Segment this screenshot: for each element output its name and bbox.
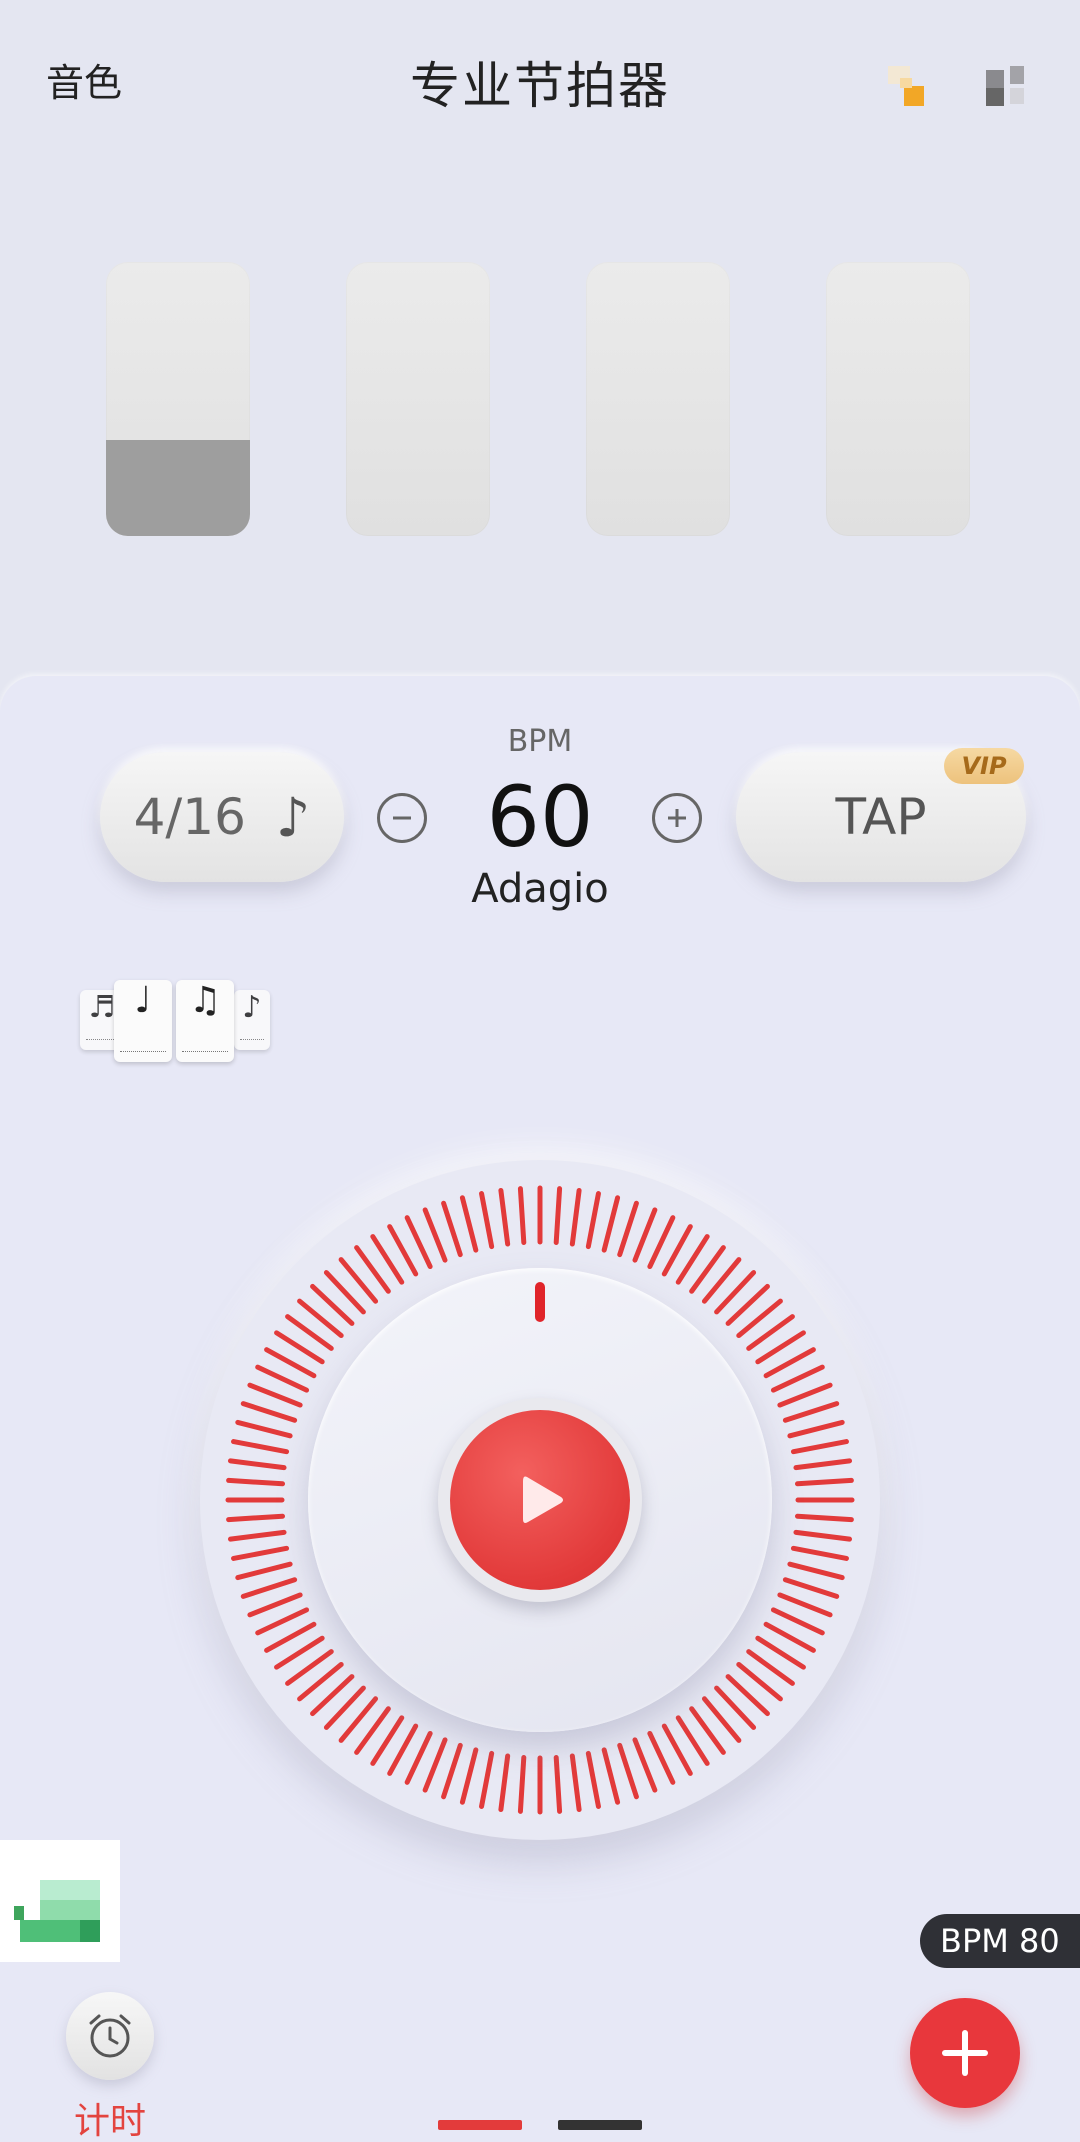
dial-tick: [231, 1439, 290, 1455]
dial-tick: [553, 1754, 563, 1814]
dial-tick: [235, 1561, 293, 1581]
dial-tick: [517, 1754, 527, 1814]
dial-tick: [459, 1195, 479, 1253]
dial-tick: [777, 1382, 833, 1408]
rhythm-dots: [120, 1046, 166, 1052]
bpm-label: BPM: [507, 724, 573, 759]
beat-bar-4[interactable]: [826, 262, 970, 536]
dial-tick: [226, 1477, 286, 1487]
rhythm-card-4[interactable]: ♪: [234, 990, 270, 1050]
dial-tick: [235, 1419, 293, 1439]
dial-tick: [247, 1592, 303, 1618]
dial-tick: [479, 1750, 495, 1809]
dial-tick: [240, 1577, 298, 1599]
timer-button[interactable]: [66, 1992, 154, 2080]
dial-tick: [240, 1401, 298, 1423]
dial-tick: [585, 1750, 601, 1809]
dial-tick: [617, 1200, 639, 1258]
dial-tick: [479, 1191, 495, 1250]
plus-icon: [942, 2030, 988, 2076]
dial-tick: [770, 1607, 825, 1636]
dial-tick: [441, 1200, 463, 1258]
dial-tick: [647, 1215, 676, 1270]
tempo-name: Adagio: [471, 866, 609, 912]
dial-tick: [569, 1187, 582, 1247]
increase-bpm-button[interactable]: [652, 793, 702, 843]
beat-bar-1[interactable]: [106, 262, 250, 536]
time-signature-button[interactable]: 4/16 ♪: [100, 752, 344, 882]
time-signature-value: 4/16: [133, 788, 246, 846]
dial-tick: [517, 1186, 527, 1246]
dial-tick: [601, 1195, 621, 1253]
dial-tick: [247, 1382, 303, 1408]
dial-tick: [617, 1742, 639, 1800]
bpm-value[interactable]: 60: [440, 768, 640, 866]
beat-bar-2[interactable]: [346, 262, 490, 536]
dial-tick: [632, 1737, 658, 1793]
dial-tick: [632, 1207, 658, 1263]
play-icon: [523, 1476, 563, 1523]
rhythm-dots: [182, 1046, 228, 1052]
note-icon: ♪: [275, 785, 311, 849]
dial-tick: [422, 1207, 448, 1263]
beat-bar-3[interactable]: [586, 262, 730, 536]
timer-label[interactable]: 计时: [50, 2092, 170, 2142]
dial-tick: [404, 1730, 433, 1785]
dial-tick: [794, 1513, 854, 1523]
rhythm-card-3[interactable]: ♫: [176, 980, 234, 1062]
dial-tick: [770, 1364, 825, 1393]
dial-tick: [231, 1545, 290, 1561]
dial-tick: [782, 1401, 840, 1423]
dial-tick: [255, 1364, 310, 1393]
dial-tick: [255, 1607, 310, 1636]
dial-tick: [498, 1753, 511, 1813]
rhythm-icon: ♪: [242, 990, 262, 1025]
vip-badge: VIP: [944, 748, 1024, 784]
rhythm-card-2[interactable]: ♩: [114, 980, 172, 1062]
dial-tick: [601, 1747, 621, 1805]
alarm-clock-icon: [89, 2014, 131, 2058]
rhythm-icon: ♫: [188, 980, 222, 1021]
rhythm-dots: [240, 1034, 264, 1040]
dial-tick: [777, 1592, 833, 1618]
dial-tick: [459, 1747, 479, 1805]
dial-tick: [441, 1742, 463, 1800]
rhythm-icon: ♩: [134, 980, 152, 1021]
page-indicator-2[interactable]: [558, 2120, 642, 2130]
dial-marker: [535, 1282, 545, 1322]
dial-tick: [793, 1529, 853, 1542]
dial-tick: [569, 1753, 582, 1813]
decrease-bpm-button[interactable]: [377, 793, 427, 843]
menu-icon[interactable]: [986, 66, 1024, 108]
dial-tick: [647, 1730, 676, 1785]
play-button[interactable]: [450, 1410, 630, 1590]
rhythm-icon: ♬: [88, 990, 116, 1025]
page-indicator-1[interactable]: [438, 2120, 522, 2130]
dial-tick: [790, 1439, 849, 1455]
bpm-preset-tag[interactable]: BPM 80: [920, 1914, 1080, 1968]
dial-tick: [226, 1513, 286, 1523]
dial-tick: [790, 1545, 849, 1561]
dial-tick: [553, 1186, 563, 1246]
dial-tick: [787, 1419, 845, 1439]
dial-tick: [422, 1737, 448, 1793]
dial-tick: [782, 1577, 840, 1599]
add-button[interactable]: [910, 1998, 1020, 2108]
beat-fill: [106, 440, 250, 536]
dial-tick: [794, 1477, 854, 1487]
dial-tick: [227, 1458, 287, 1471]
dial-tick: [585, 1191, 601, 1250]
dial-tick: [787, 1561, 845, 1581]
tap-label: TAP: [835, 788, 927, 846]
feature-icon[interactable]: [888, 66, 926, 108]
dial-tick: [498, 1187, 511, 1247]
dial-tick: [404, 1215, 433, 1270]
dial-tick: [227, 1529, 287, 1542]
pixelated-widget[interactable]: [0, 1840, 140, 1962]
dial-tick: [793, 1458, 853, 1471]
